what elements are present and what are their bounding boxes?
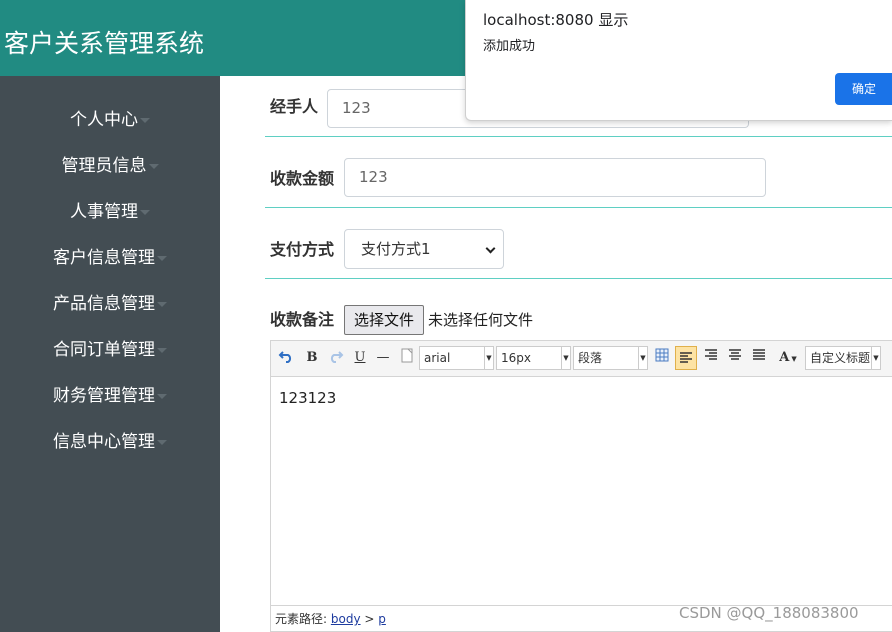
rich-text-editor: B U — arial ▼ 16px ▼ 段落 ▼ A ▼ 自定义标题 ▼ 12… — [270, 340, 892, 632]
align-right-icon[interactable] — [701, 348, 721, 368]
table-icon[interactable] — [653, 348, 671, 368]
font-family-value: arial — [424, 351, 451, 365]
row-divider — [265, 278, 892, 279]
path-link-p[interactable]: p — [378, 612, 386, 626]
align-left-icon[interactable] — [675, 346, 697, 370]
chevron-down-icon — [485, 243, 496, 254]
font-size-select[interactable]: 16px ▼ — [496, 346, 571, 370]
alert-dialog: localhost:8080 显示 添加成功 确定 — [465, 0, 892, 121]
sidebar-item-label: 产品信息管理 — [53, 294, 155, 314]
redo-icon[interactable] — [327, 348, 345, 368]
dialog-message: 添加成功 — [483, 39, 536, 54]
caret-down-icon — [157, 439, 167, 445]
file-status-text: 未选择任何文件 — [428, 311, 534, 329]
remark-label: 收款备注 — [270, 310, 335, 329]
path-separator: > — [364, 612, 375, 626]
payment-label: 支付方式 — [270, 240, 335, 259]
payment-method-select[interactable]: 支付方式1 — [344, 229, 504, 269]
clear-format-icon[interactable] — [398, 348, 416, 368]
dropdown-arrow-icon: ▼ — [791, 354, 797, 363]
sidebar-item-contract-orders[interactable]: 合同订单管理 — [0, 330, 220, 370]
font-family-select[interactable]: arial ▼ — [419, 346, 494, 370]
caret-down-icon — [157, 301, 167, 307]
horizontal-rule-button[interactable]: — — [374, 348, 392, 368]
caret-down-icon — [157, 347, 167, 353]
text-color-label: A — [779, 350, 790, 365]
paragraph-format-select[interactable]: 段落 ▼ — [573, 346, 648, 370]
caret-down-icon — [157, 393, 167, 399]
row-divider — [265, 207, 892, 208]
app-title: 客户关系管理系统 — [4, 29, 205, 58]
handler-label: 经手人 — [270, 97, 319, 116]
caret-down-icon — [140, 209, 150, 215]
select-value: 支付方式1 — [361, 240, 431, 258]
choose-file-button[interactable]: 选择文件 — [344, 305, 424, 335]
paragraph-format-value: 段落 — [578, 351, 603, 365]
dropdown-arrow-icon: ▼ — [871, 347, 880, 369]
font-size-value: 16px — [501, 351, 531, 365]
bold-button[interactable]: B — [303, 348, 321, 368]
sidebar-item-admin-info[interactable]: 管理员信息 — [0, 146, 220, 186]
undo-icon[interactable] — [277, 348, 295, 368]
caret-down-icon — [157, 255, 167, 261]
editor-toolbar: B U — arial ▼ 16px ▼ 段落 ▼ A ▼ 自定义标题 ▼ — [271, 341, 892, 377]
sidebar-item-info-center[interactable]: 信息中心管理 — [0, 422, 220, 462]
align-justify-icon[interactable] — [749, 348, 769, 368]
dropdown-arrow-icon: ▼ — [638, 347, 647, 369]
sidebar-item-label: 财务管理管理 — [53, 386, 155, 406]
dialog-ok-button[interactable]: 确定 — [835, 73, 892, 105]
sidebar-item-label: 个人中心 — [70, 110, 138, 130]
row-divider — [265, 136, 892, 137]
underline-button[interactable]: U — [351, 348, 369, 368]
dialog-title: localhost:8080 显示 — [483, 11, 629, 29]
custom-title-select[interactable]: 自定义标题 ▼ — [805, 346, 881, 370]
element-path-label: 元素路径: — [275, 612, 328, 626]
sidebar-item-label: 管理员信息 — [61, 156, 147, 176]
sidebar: 个人中心 管理员信息 人事管理 客户信息管理 产品信息管理 合同订单管理 财务管… — [0, 76, 220, 632]
dropdown-arrow-icon: ▼ — [561, 347, 570, 369]
editor-content[interactable]: 123123 — [279, 387, 336, 409]
sidebar-item-label: 合同订单管理 — [53, 340, 155, 360]
sidebar-item-customer-info[interactable]: 客户信息管理 — [0, 238, 220, 278]
amount-label: 收款金额 — [270, 169, 335, 188]
sidebar-item-finance[interactable]: 财务管理管理 — [0, 376, 220, 416]
sidebar-item-label: 客户信息管理 — [53, 248, 155, 268]
caret-down-icon — [140, 117, 150, 123]
dropdown-arrow-icon: ▼ — [484, 347, 493, 369]
watermark: CSDN @QQ_188083800 — [679, 604, 859, 622]
text-color-button[interactable]: A ▼ — [774, 348, 802, 368]
custom-title-value: 自定义标题 — [810, 351, 871, 365]
sidebar-item-personal-center[interactable]: 个人中心 — [0, 100, 220, 140]
path-link-body[interactable]: body — [331, 612, 361, 626]
amount-input[interactable]: 123 — [344, 158, 766, 197]
sidebar-item-label: 信息中心管理 — [53, 432, 155, 452]
align-center-icon[interactable] — [725, 348, 745, 368]
sidebar-item-hr[interactable]: 人事管理 — [0, 192, 220, 232]
caret-down-icon — [148, 163, 159, 169]
main-content: 经手人 123 收款金额 123 支付方式 支付方式1 收款备注 选择文件 未选… — [220, 76, 892, 632]
sidebar-item-label: 人事管理 — [70, 202, 138, 222]
sidebar-item-product-info[interactable]: 产品信息管理 — [0, 284, 220, 324]
